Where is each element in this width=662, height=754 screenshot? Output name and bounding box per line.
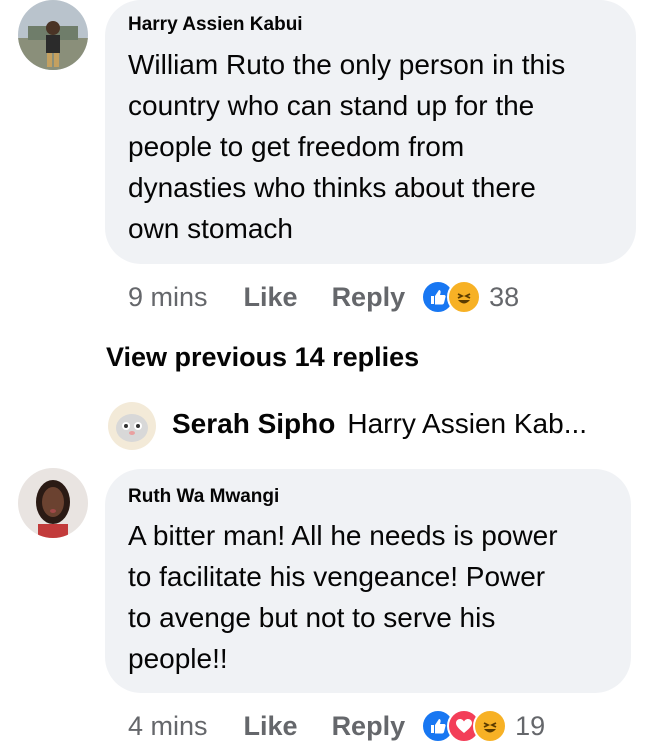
reactions-summary[interactable]: 38: [421, 280, 519, 314]
like-button[interactable]: Like: [244, 282, 298, 313]
reply-button[interactable]: Reply: [332, 282, 406, 313]
view-previous-replies-link[interactable]: View previous 14 replies: [106, 342, 419, 373]
reactions-summary[interactable]: 19: [421, 709, 545, 743]
haha-icon: [473, 709, 508, 743]
comment-author-harry[interactable]: Harry Assien Kabui: [128, 14, 303, 36]
comment-actions-harry: 9 mins Like Reply 38: [128, 279, 519, 315]
avatar-serah[interactable]: [108, 402, 156, 450]
reply-button[interactable]: Reply: [332, 711, 406, 742]
avatar-harry[interactable]: [18, 0, 88, 70]
comment-actions-ruth: 4 mins Like Reply 19: [128, 708, 545, 744]
reaction-count: 19: [515, 710, 546, 741]
haha-icon: [447, 280, 482, 314]
reaction-count: 38: [489, 281, 520, 312]
comment-author-ruth[interactable]: Ruth Wa Mwangi: [128, 486, 279, 508]
like-button[interactable]: Like: [244, 711, 298, 742]
comment-time: 4 mins: [128, 710, 208, 741]
comment-text-ruth: A bitter man! All he needs is power to f…: [128, 520, 558, 674]
latest-reply-preview[interactable]: Serah Sipho Harry Assien Kab...: [172, 408, 587, 440]
comment-text-harry: William Ruto the only person in this cou…: [128, 49, 566, 244]
reply-author-name[interactable]: Serah Sipho: [172, 408, 335, 440]
comment-time: 9 mins: [128, 281, 208, 312]
avatar-ruth[interactable]: [18, 468, 88, 538]
reply-snippet: Harry Assien Kab...: [347, 408, 588, 439]
